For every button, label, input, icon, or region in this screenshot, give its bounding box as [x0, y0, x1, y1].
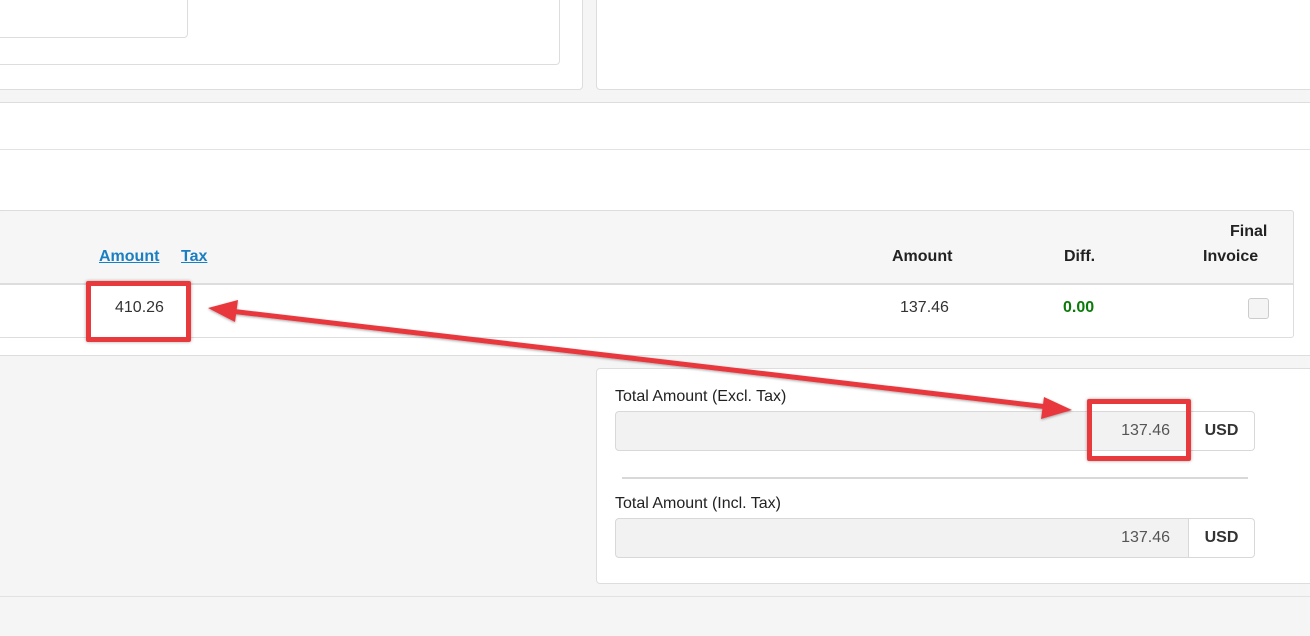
footer-divider	[0, 596, 1310, 597]
top-left-field[interactable]	[0, 0, 188, 38]
header-amount: Amount	[892, 248, 953, 265]
table-header	[0, 210, 1294, 284]
top-right-card	[596, 0, 1310, 90]
final-invoice-checkbox[interactable]	[1248, 298, 1269, 319]
totals-divider	[622, 477, 1248, 479]
header-diff: Diff.	[1064, 248, 1096, 265]
header-final-invoice-line1: Final	[1230, 223, 1268, 240]
header-final-invoice-line2: Invoice	[1203, 248, 1259, 265]
section-divider	[0, 149, 1310, 150]
annotation-box-row-amount	[86, 281, 191, 342]
total-incl-tax-currency: USD	[1189, 518, 1255, 558]
header-amount-link[interactable]: Amount	[99, 248, 159, 266]
total-incl-tax-label: Total Amount (Incl. Tax)	[615, 495, 781, 512]
total-excl-tax-currency: USD	[1189, 411, 1255, 451]
annotation-box-total-excl	[1087, 399, 1191, 461]
total-excl-tax-label: Total Amount (Excl. Tax)	[615, 388, 787, 405]
row-amount: 137.46	[900, 299, 949, 316]
total-incl-tax-field[interactable]: 137.46	[615, 518, 1189, 558]
table-row-divider	[0, 284, 1294, 285]
header-tax-link[interactable]: Tax	[181, 248, 207, 266]
row-diff: 0.00	[1063, 299, 1095, 316]
